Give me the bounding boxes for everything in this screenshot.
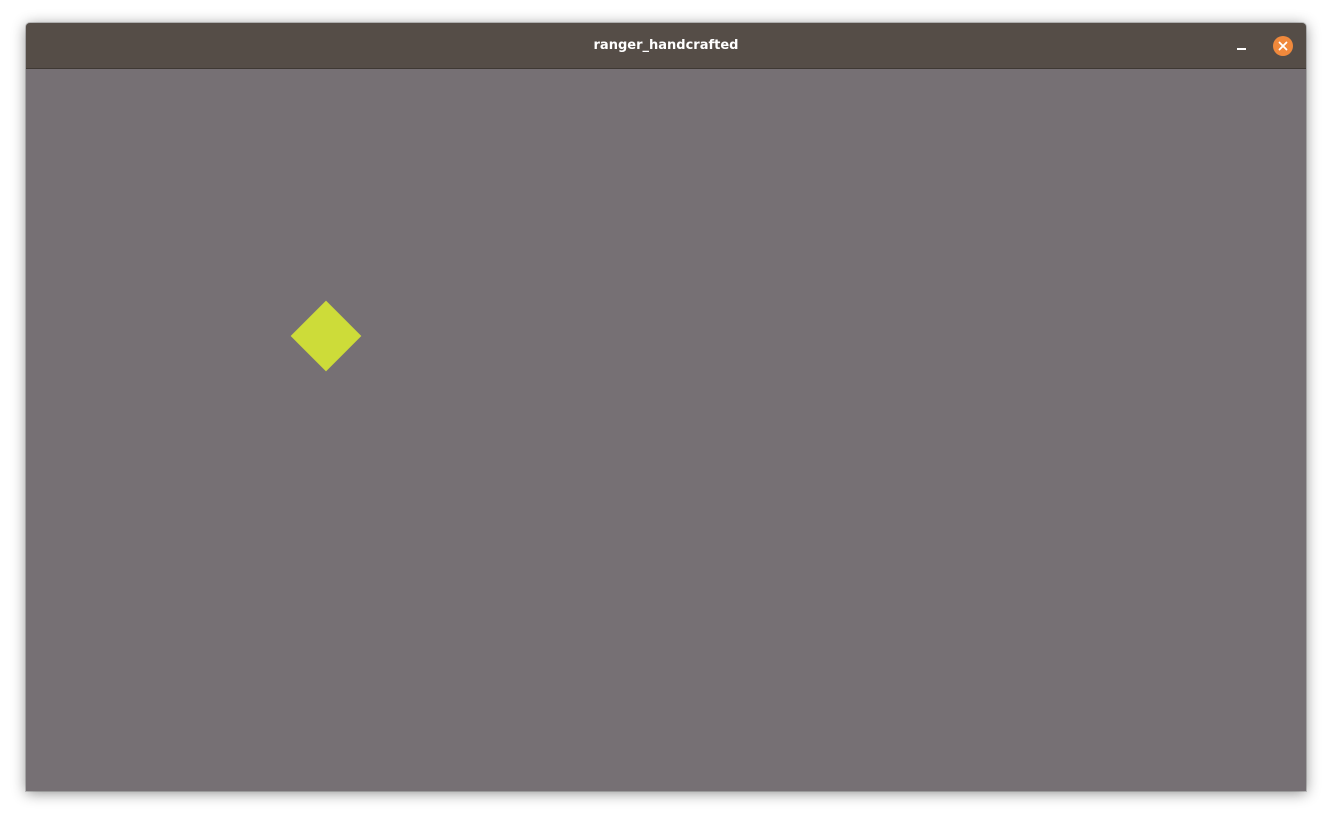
minimize-button[interactable]: [1229, 35, 1253, 57]
minimize-icon: [1237, 48, 1246, 50]
window-title: ranger_handcrafted: [593, 38, 739, 53]
diamond-shape: [290, 300, 362, 372]
title-bar[interactable]: ranger_handcrafted: [26, 23, 1306, 69]
close-button[interactable]: [1273, 36, 1293, 56]
close-icon: [1278, 41, 1288, 51]
app-window: ranger_handcrafted: [26, 23, 1306, 791]
game-canvas[interactable]: [26, 70, 1306, 791]
